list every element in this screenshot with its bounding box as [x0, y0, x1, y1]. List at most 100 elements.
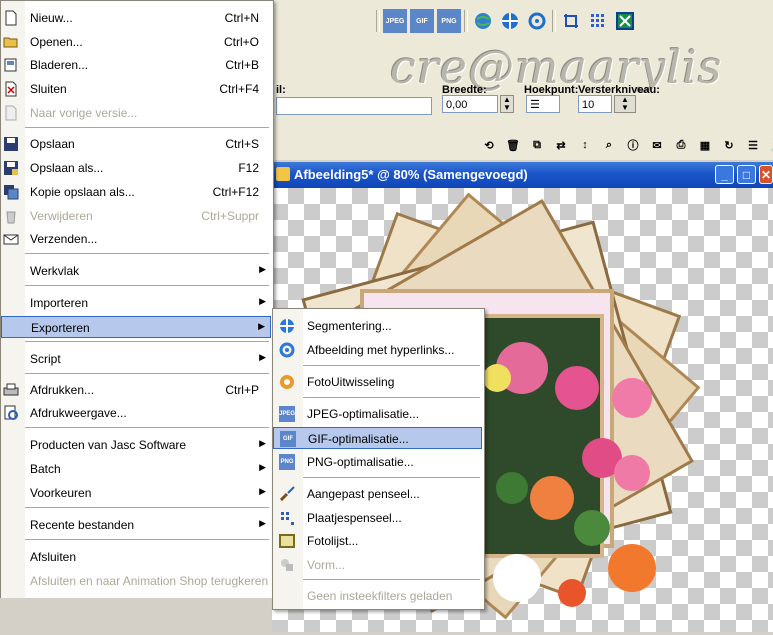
- strength-spinner[interactable]: ▲ ▼: [614, 95, 636, 113]
- maximize-button[interactable]: □: [737, 165, 756, 184]
- target-icon[interactable]: [498, 9, 522, 33]
- style-dropdown[interactable]: [276, 97, 432, 115]
- menu-label: Fotolijst...: [307, 534, 359, 548]
- menu-item-send[interactable]: Verzenden...: [1, 228, 271, 250]
- menu-label: Segmentering...: [307, 319, 392, 333]
- email-icon[interactable]: ✉: [646, 134, 668, 156]
- menu-item-export[interactable]: Exporteren ▶: [1, 316, 271, 338]
- brush-icon: [279, 486, 295, 502]
- menu-label: Naar vorige versie...: [30, 106, 138, 120]
- menu-item-import[interactable]: Importeren ▶: [1, 292, 271, 314]
- menu-item-slice[interactable]: Segmentering...: [273, 315, 482, 337]
- menu-label: Afsluiten en naar Animation Shop terugke…: [30, 574, 269, 588]
- hotspot-icon[interactable]: [525, 9, 549, 33]
- menu-item-recent-files[interactable]: Recente bestanden ▶: [1, 514, 271, 536]
- menu-label: Verzenden...: [30, 232, 98, 246]
- menu-label: Script: [30, 352, 61, 366]
- menu-label: Voorkeuren: [30, 486, 92, 500]
- grid-icon[interactable]: [586, 9, 610, 33]
- menu-item-custom-brush[interactable]: Aangepast penseel...: [273, 483, 482, 505]
- png-icon[interactable]: PNG: [437, 9, 461, 33]
- copy-icon[interactable]: ⧉: [526, 134, 548, 156]
- menu-item-browse[interactable]: Bladeren... Ctrl+B: [1, 54, 271, 76]
- menu-separator: [25, 341, 269, 342]
- move-icon[interactable]: ⇄: [550, 134, 572, 156]
- print-icon: [3, 382, 19, 398]
- list-icon[interactable]: ☰: [742, 134, 764, 156]
- submenu-arrow-icon: ▶: [259, 296, 266, 306]
- find-icon[interactable]: ⌕: [598, 134, 620, 156]
- browser-toolbar: ⟲ 🗑 ⧉ ⇄ ↕ ⌕ ⓘ ✉ ⎙ ▦ ↻ ☰ 📌: [478, 134, 773, 156]
- save-as-icon: [3, 160, 19, 176]
- menu-separator: [25, 373, 269, 374]
- menu-item-batch[interactable]: Batch ▶: [1, 458, 271, 480]
- gif-icon[interactable]: GIF: [410, 9, 434, 33]
- menu-item-exit[interactable]: Afsluiten: [1, 546, 271, 568]
- picture-tube-icon: [279, 510, 295, 526]
- menu-item-save[interactable]: Opslaan Ctrl+S: [1, 133, 271, 155]
- menu-shortcut: Ctrl+N: [224, 11, 259, 25]
- strength-field[interactable]: 10: [578, 95, 612, 113]
- optimizer-toolbar: JPEG GIF PNG: [376, 6, 637, 36]
- print-icon[interactable]: ⎙: [670, 134, 692, 156]
- minimize-button[interactable]: _: [715, 165, 734, 184]
- menu-item-new[interactable]: Nieuw... Ctrl+N: [1, 7, 271, 29]
- map-icon[interactable]: [613, 9, 637, 33]
- status-area: [0, 598, 272, 632]
- menu-item-png-optimizer[interactable]: PNG PNG-optimalisatie...: [273, 451, 482, 473]
- menu-item-save-copy[interactable]: Kopie opslaan als... Ctrl+F12: [1, 181, 271, 203]
- width-spinner[interactable]: ▲ ▼: [500, 95, 514, 113]
- menu-label: Sluiten: [30, 82, 67, 96]
- thumbnails-icon[interactable]: ▦: [694, 134, 716, 156]
- trash-icon[interactable]: 🗑: [502, 134, 524, 156]
- menu-item-jasc-products[interactable]: Producten van Jasc Software ▶: [1, 434, 271, 456]
- menu-item-jpeg-optimizer[interactable]: JPEG JPEG-optimalisatie...: [273, 403, 482, 425]
- menu-label: Kopie opslaan als...: [30, 185, 135, 199]
- menu-label: Geen insteekfilters geladen: [307, 589, 453, 603]
- jpeg-icon[interactable]: JPEG: [383, 9, 407, 33]
- menu-item-script[interactable]: Script ▶: [1, 348, 271, 370]
- document-title-bar[interactable]: Afbeelding5* @ 80% (Samengevoegd) _ □ ✕: [272, 162, 773, 188]
- menu-label: Werkvlak: [30, 264, 80, 278]
- menu-separator: [303, 579, 480, 580]
- frame-icon: [279, 533, 295, 549]
- submenu-arrow-icon: ▶: [259, 486, 266, 496]
- menu-item-preferences[interactable]: Voorkeuren ▶: [1, 482, 271, 504]
- browse-icon: [3, 57, 19, 73]
- menu-item-photo-exchange[interactable]: FotoUitwisseling: [273, 371, 482, 393]
- menu-shortcut: Ctrl+P: [225, 383, 259, 397]
- menu-item-image-map[interactable]: Afbeelding met hyperlinks...: [273, 339, 482, 361]
- menu-shortcut: Ctrl+S: [225, 137, 259, 151]
- toolbar-separator: [376, 10, 380, 32]
- rotate-icon[interactable]: ↻: [718, 134, 740, 156]
- export-submenu: Segmentering... Afbeelding met hyperlink…: [272, 308, 485, 610]
- menu-item-frame[interactable]: Fotolijst...: [273, 530, 482, 552]
- menu-label: Bladeren...: [30, 58, 89, 72]
- width-field[interactable]: 0,00: [442, 95, 498, 113]
- menu-label: Batch: [30, 462, 61, 476]
- menu-item-gif-optimizer[interactable]: GIF GIF-optimalisatie...: [273, 427, 482, 449]
- sort-icon[interactable]: ↕: [574, 134, 596, 156]
- menu-item-print-preview[interactable]: Afdrukweergave...: [1, 402, 271, 424]
- submenu-arrow-icon: ▶: [259, 518, 266, 528]
- globe-icon[interactable]: [471, 9, 495, 33]
- refresh-icon[interactable]: ⟲: [478, 134, 500, 156]
- menu-label: Opslaan als...: [30, 161, 104, 175]
- menu-item-print[interactable]: Afdrukken... Ctrl+P: [1, 379, 271, 401]
- close-button[interactable]: ✕: [759, 165, 773, 184]
- menu-item-close[interactable]: Sluiten Ctrl+F4: [1, 78, 271, 100]
- menu-item-picture-tube[interactable]: Plaatjespenseel...: [273, 507, 482, 529]
- pin-icon[interactable]: 📌: [766, 134, 773, 156]
- menu-item-workspace[interactable]: Werkvlak ▶: [1, 260, 271, 282]
- menu-item-open[interactable]: Openen... Ctrl+O: [1, 31, 271, 53]
- menu-label: Plaatjespenseel...: [307, 511, 402, 525]
- info-icon[interactable]: ⓘ: [622, 134, 644, 156]
- menu-label: FotoUitwisseling: [307, 375, 395, 389]
- menu-label: Afdrukken...: [30, 383, 95, 397]
- revert-icon: [3, 105, 19, 121]
- corner-dropdown[interactable]: ☰: [526, 95, 560, 113]
- crop-icon[interactable]: [559, 9, 583, 33]
- menu-item-save-as[interactable]: Opslaan als... F12: [1, 157, 271, 179]
- menu-label: Recente bestanden: [30, 518, 135, 532]
- menu-separator: [25, 539, 269, 540]
